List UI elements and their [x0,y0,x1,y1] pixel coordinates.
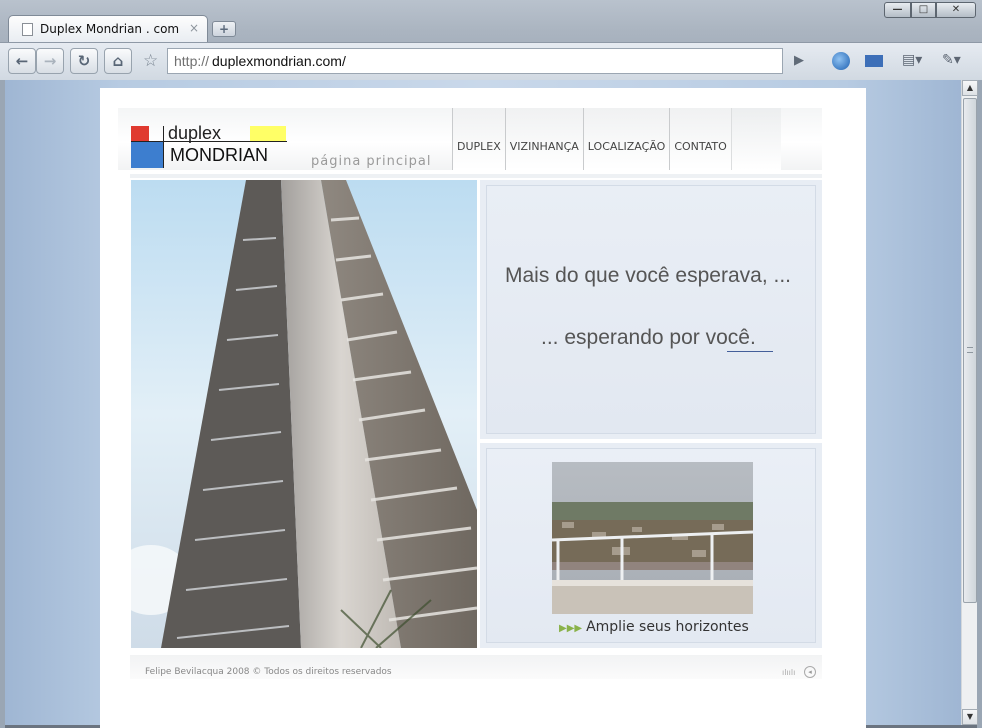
window-frame-right [977,80,982,728]
site-nav: DUPLEX VIZINHANÇA LOCALIZAÇÃO CONTATO [452,108,781,170]
nav-localizacao[interactable]: LOCALIZAÇÃO [582,108,670,170]
logo-blue-block [131,142,163,168]
browser-chrome: Duplex Mondrian . com × + — □ ✕ ← → ↻ ⌂ … [0,0,982,80]
new-tab-button[interactable]: + [212,21,236,37]
mail-icon[interactable] [865,55,883,67]
view-panel-inner: ▶▶▶ Amplie seus horizontes [486,448,816,643]
page-icon [22,23,33,36]
building-illustration [131,180,477,648]
scroll-grip-icon [967,347,973,353]
logo-divider-vertical [163,126,164,168]
view-caption-link[interactable]: ▶▶▶ Amplie seus horizontes [559,619,749,635]
vertical-scrollbar[interactable]: ▲ ▼ [961,80,978,725]
page-menu-icon[interactable]: ▤▾ [902,52,922,68]
view-caption-text: Amplie seus horizontes [586,619,749,635]
tab-title: Duplex Mondrian . com [40,22,180,36]
nav-duplex[interactable]: DUPLEX [452,108,505,170]
logo-text-mondrian[interactable]: MONDRIAN [170,145,268,166]
copyright-text: Felipe Bevilacqua 2008 © Todos os direit… [145,667,392,677]
nav-vizinhanca[interactable]: VIZINHANÇA [504,108,583,170]
reload-button[interactable]: ↻ [70,48,98,74]
header-divider [130,174,822,178]
quote-panel-inner: Mais do que você esperava, ... ... esper… [486,185,816,434]
nav-contato[interactable]: CONTATO [669,108,731,170]
url-host: duplexmondrian.com/ [212,53,346,69]
wrench-icon[interactable]: ✎▾ [942,52,961,68]
quote-panel: Mais do que você esperava, ... ... esper… [480,180,822,439]
forward-button[interactable]: → [36,48,64,74]
equalizer-icon[interactable]: ılıılı [782,668,795,677]
back-button[interactable]: ← [8,48,36,74]
quote-line-2: ... esperando por você. [541,326,756,349]
tab-close-icon[interactable]: × [189,21,199,35]
scroll-thumb[interactable] [963,98,977,603]
globe-icon[interactable] [832,52,850,70]
home-button[interactable]: ⌂ [104,48,132,74]
site-page: duplex MONDRIAN página principal DUPLEX … [100,88,866,728]
bookmark-star-icon[interactable]: ☆ [143,51,158,71]
sound-icon[interactable]: ◂ [804,666,816,678]
view-panel: ▶▶▶ Amplie seus horizontes [480,443,822,648]
triple-arrow-icon: ▶▶▶ [559,623,583,634]
scroll-down-button[interactable]: ▼ [962,709,978,725]
page-subtitle: página principal [311,154,432,169]
address-bar[interactable]: http:// duplexmondrian.com/ [167,48,783,74]
maximize-button[interactable]: □ [911,2,936,18]
balcony-view-illustration [552,462,753,614]
site-header: duplex MONDRIAN página principal DUPLEX … [118,108,822,170]
close-window-button[interactable]: ✕ [936,2,976,18]
scroll-up-button[interactable]: ▲ [962,80,978,96]
building-photo [131,180,477,648]
minimize-button[interactable]: — [884,2,911,18]
nav-spacer [730,108,781,170]
balcony-view-thumbnail[interactable] [552,462,753,614]
site-footer: Felipe Bevilacqua 2008 © Todos os direit… [130,655,822,679]
go-button[interactable]: ▶ [787,48,811,74]
quote-underline [727,351,773,352]
quote-line-1: Mais do que você esperava, ... [505,264,791,287]
browser-tab[interactable]: Duplex Mondrian . com × [8,15,208,42]
logo-red-block [131,126,149,141]
logo-yellow-block [250,126,286,141]
browser-toolbar: ← → ↻ ⌂ ☆ http:// duplexmondrian.com/ ▶ … [0,42,982,80]
logo-text-duplex[interactable]: duplex [168,123,221,144]
url-protocol: http:// [174,53,210,69]
